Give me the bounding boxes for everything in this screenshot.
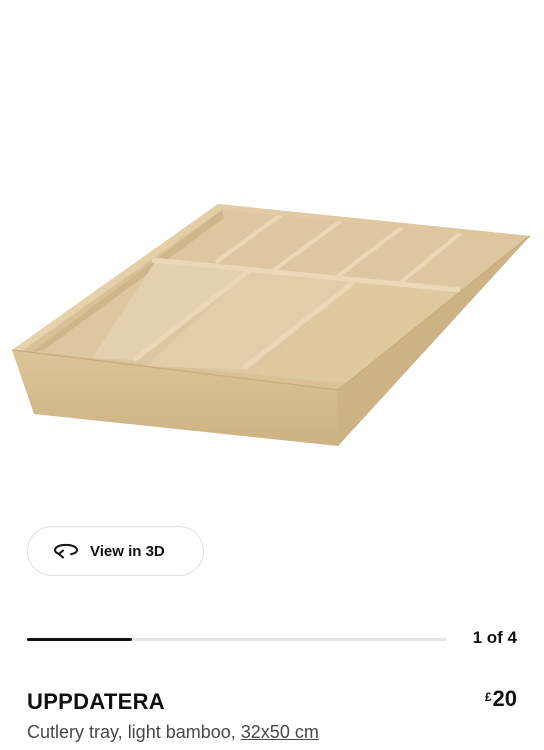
rotate-3d-icon <box>52 541 80 561</box>
product-description: Cutlery tray, light bamboo, 32x50 cm <box>27 722 319 743</box>
gallery-counter: 1 of 4 <box>472 628 517 647</box>
cutlery-tray-image <box>11 204 531 446</box>
gallery-progress-fill <box>27 638 132 641</box>
view-in-3d-label: View in 3D <box>90 542 165 560</box>
product-name: UPPDATERA <box>27 689 165 714</box>
price-currency: £ <box>484 690 492 704</box>
gallery-progress-bar <box>27 638 447 641</box>
view-in-3d-button[interactable]: View in 3D <box>27 526 204 576</box>
description-text: Cutlery tray, light bamboo, <box>27 722 236 742</box>
product-price: £ 20 <box>485 686 517 712</box>
product-image[interactable] <box>0 0 544 500</box>
price-value: 20 <box>492 686 517 711</box>
size-link[interactable]: 32x50 cm <box>241 722 319 742</box>
